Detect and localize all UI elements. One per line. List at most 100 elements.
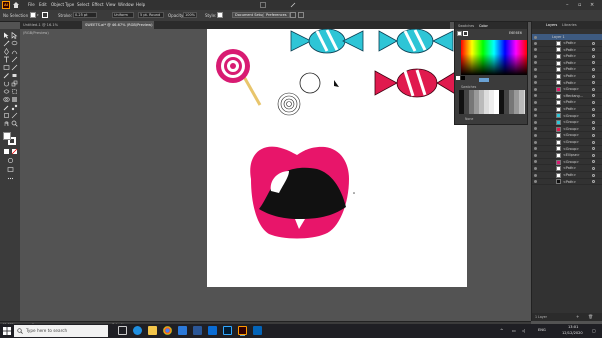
menu-edit[interactable]: Edit [39, 2, 47, 7]
layer-row[interactable]: <Group> [532, 139, 602, 146]
eye-icon[interactable] [534, 100, 537, 104]
preferences-button[interactable]: Preferences [263, 12, 290, 18]
opacity-field[interactable]: 100% [183, 12, 197, 18]
layer-row[interactable]: <Path> [532, 60, 602, 67]
layer-row[interactable]: <Path> [532, 73, 602, 80]
edit-toolbar-icon[interactable] [7, 175, 14, 182]
zoom-tool-icon[interactable] [11, 120, 18, 127]
target-icon[interactable] [592, 127, 595, 131]
layer-row[interactable]: <Group> [532, 132, 602, 139]
illustrator-logo-icon[interactable]: Ai [2, 1, 10, 9]
curvature-tool-icon[interactable] [11, 48, 18, 55]
target-icon[interactable] [592, 160, 595, 164]
target-icon[interactable] [592, 120, 595, 124]
layer-row[interactable]: <Path> [532, 80, 602, 87]
photoshop-icon[interactable] [223, 326, 232, 335]
tab-libraries[interactable]: Libraries [562, 23, 577, 27]
panel-fill-swatch[interactable] [457, 31, 462, 36]
target-icon[interactable] [592, 54, 595, 58]
draw-mode-icon[interactable] [7, 157, 14, 164]
tab-color[interactable]: Color [479, 24, 488, 28]
layer-row[interactable]: <Group> [532, 146, 602, 153]
eye-icon[interactable] [534, 35, 537, 39]
menu-view[interactable]: View [106, 2, 116, 7]
type-tool-icon[interactable] [3, 56, 10, 63]
target-icon[interactable] [592, 166, 595, 170]
clock-date[interactable]: 12/12/2020 [562, 331, 583, 335]
direct-selection-tool-icon[interactable] [11, 32, 18, 39]
eye-icon[interactable] [534, 127, 537, 131]
empty-circle[interactable] [299, 72, 321, 94]
menu-help[interactable]: Help [136, 2, 145, 7]
target-icon[interactable] [592, 107, 595, 111]
store-icon[interactable] [178, 326, 187, 335]
cyan-wrapped-candy-1[interactable] [290, 29, 364, 54]
eye-icon[interactable] [534, 120, 537, 124]
word-icon[interactable] [193, 326, 202, 335]
windows-start-icon[interactable] [3, 327, 11, 335]
magic-wand-tool-icon[interactable] [3, 40, 10, 47]
new-layer-icon[interactable]: + [576, 314, 579, 319]
line-tool-icon[interactable] [11, 56, 18, 63]
pen-tool-icon[interactable] [3, 48, 10, 55]
tab-layers[interactable]: Layers [546, 23, 557, 27]
lollipop[interactable] [216, 49, 262, 106]
layer-row[interactable]: <Path> [532, 172, 602, 179]
align-icon[interactable] [290, 12, 296, 18]
free-transform-tool-icon[interactable] [11, 88, 18, 95]
target-icon[interactable] [592, 173, 595, 177]
minimize-button[interactable]: – [566, 2, 569, 8]
artboard[interactable] [207, 29, 467, 287]
task-view-icon[interactable] [118, 326, 127, 335]
layer-row[interactable]: <Group> [532, 86, 602, 93]
layer-row[interactable]: <Path> [532, 179, 602, 186]
eye-icon[interactable] [534, 166, 537, 170]
eye-icon[interactable] [534, 74, 537, 78]
variable-width-dropdown[interactable]: Uniform [112, 12, 134, 18]
menu-type[interactable]: Type [65, 2, 74, 7]
red-wrapped-candy[interactable] [374, 68, 458, 98]
tab-sweets[interactable]: SWEETS.ai* @ 46.67% (RGB/Preview) [82, 21, 154, 29]
rotate-tool-icon[interactable] [3, 80, 10, 87]
eye-icon[interactable] [534, 140, 537, 144]
concentric-circles[interactable] [277, 92, 301, 116]
menu-select[interactable]: Select [77, 2, 89, 7]
hand-tool-icon[interactable] [3, 120, 10, 127]
layer-row[interactable]: <Group> [532, 113, 602, 120]
eye-icon[interactable] [534, 81, 537, 85]
target-icon[interactable] [592, 133, 595, 137]
stroke-weight-field[interactable]: 0.25 pt [73, 12, 97, 18]
target-icon[interactable] [592, 153, 595, 157]
gradient-tool-icon[interactable] [11, 96, 18, 103]
language-indicator[interactable]: ENG [538, 328, 546, 332]
eye-icon[interactable] [534, 41, 537, 45]
eraser-tool-icon[interactable] [11, 72, 18, 79]
tray-chevron-icon[interactable]: ^ [500, 328, 503, 333]
outlook-icon[interactable] [253, 326, 262, 335]
rectangle-tool-icon[interactable] [3, 64, 10, 71]
menu-window[interactable]: Window [118, 2, 134, 7]
layer-row[interactable]: <Rectang... [532, 93, 602, 100]
network-icon[interactable]: ▭ [512, 328, 516, 333]
tab-untitled-1[interactable]: Untitled-1 @ 16.1% (RGB/Preview) [20, 21, 82, 35]
layer-row[interactable]: <Path> [532, 106, 602, 113]
menu-file[interactable]: File [28, 2, 35, 7]
panel-stroke-swatch[interactable] [463, 31, 468, 36]
volume-icon[interactable]: ◁ [522, 328, 525, 333]
black-chip[interactable] [461, 76, 465, 80]
brush-dropdown[interactable]: 5 pt. Round [138, 12, 164, 18]
notifications-icon[interactable]: ▢ [592, 328, 596, 333]
color-spectrum[interactable] [461, 40, 527, 75]
chrome-icon[interactable] [163, 326, 172, 335]
target-icon[interactable] [592, 67, 595, 71]
none-mode-icon[interactable] [11, 148, 18, 155]
swatch-grid[interactable] [459, 90, 525, 114]
hex-value[interactable]: E6E6E6 [509, 31, 522, 35]
eye-icon[interactable] [534, 54, 537, 58]
selected-color-chip[interactable] [479, 78, 489, 82]
trash-icon[interactable]: 🗑 [588, 314, 593, 319]
fill-dropdown-icon[interactable]: ▾ [37, 13, 39, 17]
layer-row[interactable]: <Path> [532, 40, 602, 47]
arrange-icon[interactable] [260, 2, 266, 8]
layer-row[interactable]: <Ellipse> [532, 152, 602, 159]
